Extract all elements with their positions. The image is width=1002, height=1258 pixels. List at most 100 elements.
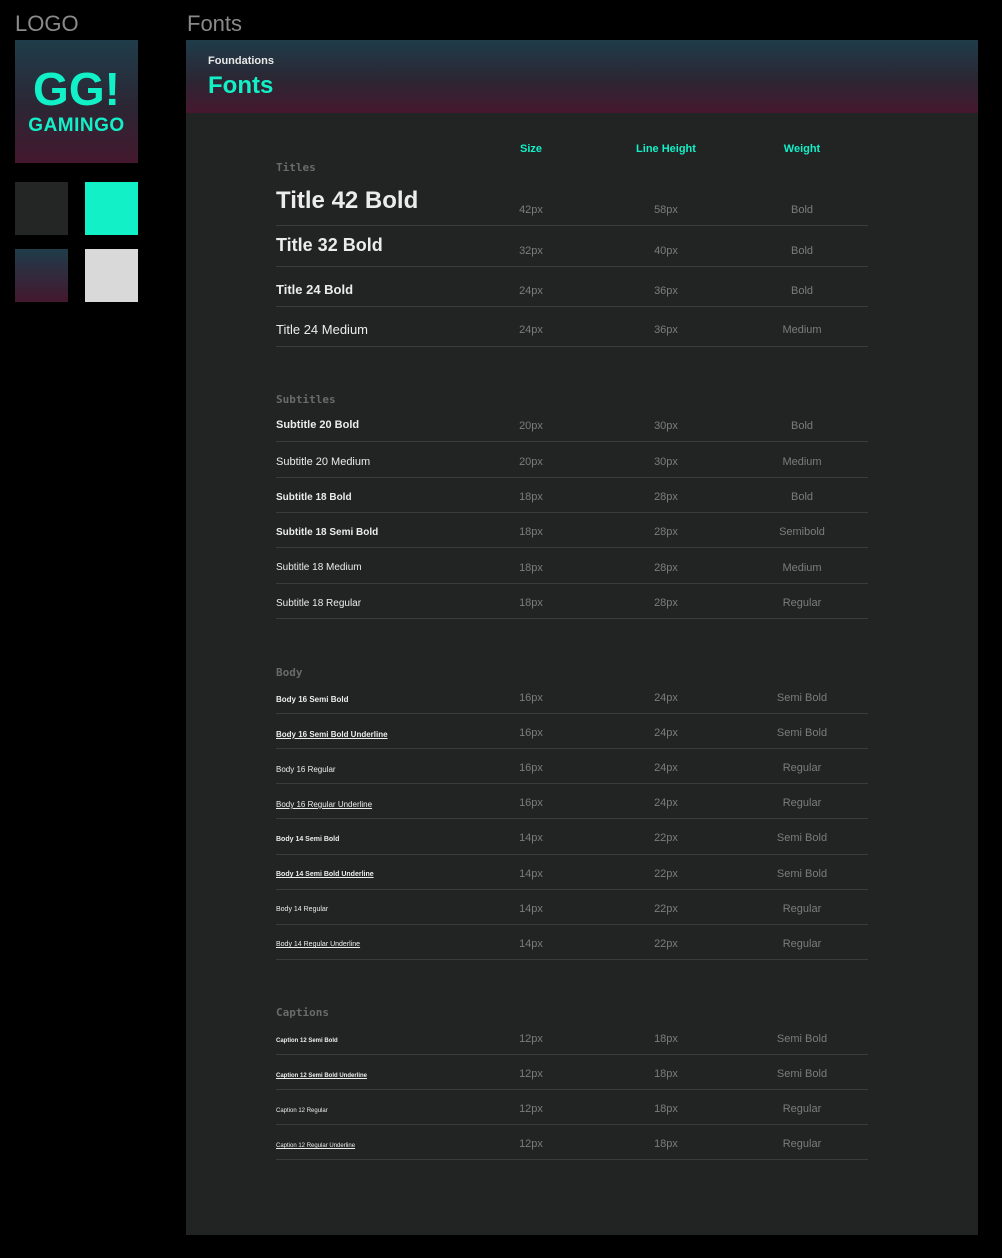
- font-size-value: 12px: [519, 1033, 543, 1045]
- font-weight-value: Semi Bold: [776, 868, 828, 880]
- line-height-value: 24px: [654, 727, 678, 739]
- font-style-name: Body 14 Semi Bold: [276, 836, 340, 843]
- font-spec-row: Body 16 Regular Underline 16px 24px Regular: [276, 783, 868, 819]
- line-height-value: 28px: [654, 597, 678, 609]
- logo-wordmark: GAMINGO: [28, 115, 125, 136]
- font-weight-value: Bold: [790, 245, 814, 257]
- font-spec-row: Subtitle 20 Bold 20px 30px Bold: [276, 406, 868, 442]
- breadcrumb: Foundations: [208, 55, 274, 67]
- font-size-value: 16px: [519, 797, 543, 809]
- swatch-gradient: [15, 249, 68, 302]
- font-spec-row: Body 14 Semi Bold 14px 22px Semi Bold: [276, 818, 868, 855]
- line-height-value: 24px: [654, 762, 678, 774]
- font-spec-row: Subtitle 18 Medium 18px 28px Medium: [276, 547, 868, 584]
- line-height-value: 22px: [654, 868, 678, 880]
- font-style-name: Subtitle 20 Bold: [276, 419, 360, 431]
- font-weight-value: Semi Bold: [776, 832, 828, 844]
- line-height-value: 30px: [654, 456, 678, 468]
- font-weight-value: Regular: [782, 903, 822, 915]
- font-size-value: 18px: [519, 562, 543, 574]
- line-height-value: 28px: [654, 562, 678, 574]
- font-style-name: Subtitle 18 Bold: [276, 492, 352, 503]
- font-weight-value: Medium: [782, 324, 822, 336]
- font-spec-row: Body 14 Semi Bold Underline 14px 22px Semi …: [276, 854, 868, 890]
- font-style-name: Title 42 Bold: [276, 187, 419, 214]
- font-size-value: 24px: [519, 285, 543, 297]
- font-style-name: Subtitle 18 Medium: [276, 562, 362, 573]
- font-size-value: 18px: [519, 491, 543, 503]
- font-style-name: Subtitle 18 Semi Bold: [276, 527, 379, 538]
- font-size-value: 18px: [519, 597, 543, 609]
- logo-section-label: LOGO: [15, 11, 79, 36]
- font-style-name: Body 16 Semi Bold Underline: [276, 730, 388, 739]
- font-style-name: Caption 12 Regular Underline: [276, 1143, 356, 1149]
- font-spec-row: Subtitle 20 Medium 20px 30px Medium: [276, 441, 868, 478]
- font-style-name: Subtitle 18 Regular: [276, 598, 362, 609]
- page-title: Fonts: [208, 72, 274, 99]
- font-weight-value: Medium: [782, 562, 822, 574]
- font-size-value: 12px: [519, 1138, 543, 1150]
- font-style-name: Caption 12 Semi Bold: [276, 1038, 338, 1044]
- font-spec-row: Title 24 Medium 24px 36px Medium: [276, 306, 868, 347]
- panel-header: Foundations Fonts: [186, 40, 978, 113]
- line-height-value: 24px: [654, 692, 678, 704]
- font-weight-value: Semibold: [779, 526, 825, 538]
- font-style-name: Caption 12 Regular: [276, 1108, 328, 1114]
- font-spec-row: Body 16 Semi Bold 16px 24px Semi Bold: [276, 678, 868, 714]
- fonts-section-label: Fonts: [187, 11, 243, 36]
- font-style-name: Subtitle 20 Medium: [276, 456, 371, 468]
- line-height-value: 28px: [654, 491, 678, 503]
- line-height-value: 40px: [654, 245, 678, 257]
- font-weight-value: Regular: [782, 1103, 822, 1115]
- font-weight-value: Medium: [782, 456, 822, 468]
- font-spec-row: Subtitle 18 Semi Bold 18px 28px Semibold: [276, 512, 868, 548]
- font-weight-value: Semi Bold: [776, 1033, 828, 1045]
- font-size-value: 20px: [519, 420, 543, 432]
- font-spec-row: Body 14 Regular 14px 22px Regular: [276, 889, 868, 925]
- font-style-name: Body 16 Regular: [276, 765, 336, 774]
- gamingo-logo: GG! GAMINGO: [15, 40, 138, 163]
- swatch-dark: [15, 182, 68, 235]
- line-height-value: 18px: [654, 1033, 678, 1045]
- font-weight-value: Semi Bold: [776, 692, 828, 704]
- font-size-value: 20px: [519, 456, 543, 468]
- line-height-value: 24px: [654, 797, 678, 809]
- font-weight-value: Bold: [790, 420, 814, 432]
- line-height-value: 28px: [654, 526, 678, 538]
- font-weight-value: Regular: [782, 938, 822, 950]
- section-title: Subtitles: [276, 393, 336, 406]
- font-spec-row: Body 16 Semi Bold Underline 16px 24px Semi …: [276, 713, 868, 749]
- font-spec-row: Caption 12 Semi Bold Underline 12px 18px Se…: [276, 1054, 868, 1090]
- section-title: Captions: [276, 1006, 329, 1019]
- font-size-value: 42px: [519, 204, 543, 216]
- font-spec-row: Body 14 Regular Underline 14px 22px Regular: [276, 924, 868, 960]
- font-weight-value: Bold: [790, 204, 814, 216]
- line-height-value: 58px: [654, 204, 678, 216]
- font-size-value: 24px: [519, 324, 543, 336]
- font-weight-value: Regular: [782, 1138, 822, 1150]
- line-height-value: 18px: [654, 1138, 678, 1150]
- font-spec-row: Subtitle 18 Bold 18px 28px Bold: [276, 477, 868, 513]
- font-size-value: 12px: [519, 1103, 543, 1115]
- font-size-value: 12px: [519, 1068, 543, 1080]
- font-style-name: Body 14 Regular: [276, 906, 329, 913]
- font-spec-row: Subtitle 18 Regular 18px 28px Regular: [276, 583, 868, 619]
- line-height-value: 36px: [654, 324, 678, 336]
- column-header-size: Size: [519, 143, 542, 155]
- font-weight-value: Semi Bold: [776, 1068, 828, 1080]
- line-height-value: 18px: [654, 1103, 678, 1115]
- font-style-name: Caption 12 Semi Bold Underline: [276, 1073, 368, 1079]
- swatch-accent: [85, 182, 138, 235]
- font-spec-row: Title 32 Bold 32px 40px Bold: [276, 225, 868, 267]
- column-header-weight: Weight: [783, 143, 821, 155]
- font-size-value: 14px: [519, 938, 543, 950]
- line-height-value: 22px: [654, 903, 678, 915]
- line-height-value: 22px: [654, 832, 678, 844]
- font-spec-row: Caption 12 Regular Underline 12px 18px Regu…: [276, 1124, 868, 1160]
- font-size-value: 14px: [519, 832, 543, 844]
- font-style-name: Title 24 Bold: [276, 282, 354, 297]
- font-size-value: 14px: [519, 868, 543, 880]
- font-style-name: Title 32 Bold: [276, 235, 383, 255]
- font-weight-value: Bold: [790, 491, 814, 503]
- font-style-name: Body 16 Semi Bold: [276, 695, 349, 704]
